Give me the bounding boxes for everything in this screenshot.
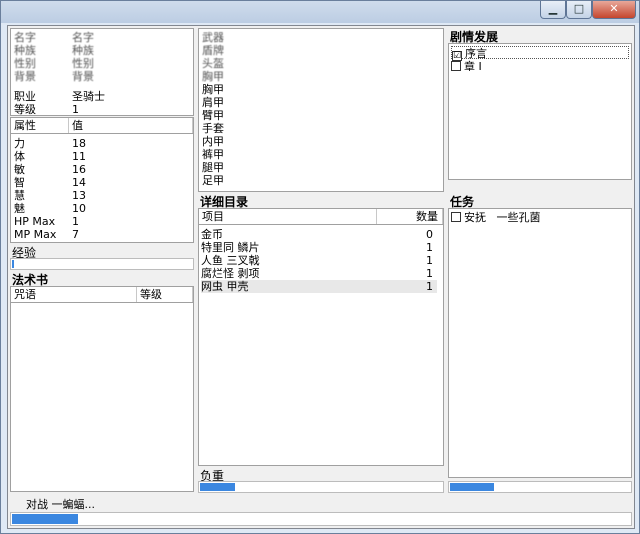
equipment-slot[interactable]: 胸甲 — [202, 70, 224, 83]
maximize-button[interactable]: □ — [566, 1, 592, 19]
attribute-row: 敏 16 — [14, 163, 86, 176]
close-button[interactable]: ✕ — [592, 1, 636, 19]
equipment-slot[interactable]: 盾牌 — [202, 44, 224, 57]
equipment-panel[interactable]: 武器 盾牌 头盔 胸甲 胸甲 肩甲 臂甲 手套 内甲 裤甲 腿甲 足甲 — [198, 28, 444, 192]
inventory-row[interactable]: 腐烂怪 剥项 1 — [201, 267, 437, 280]
weight-bar — [198, 481, 444, 493]
attributes-header: 属性 值 — [11, 118, 193, 134]
attribute-row: 慧 13 — [14, 189, 86, 202]
weight-bar-fill — [200, 483, 235, 491]
equipment-slot[interactable]: 武器 — [202, 31, 224, 44]
equipment-slot[interactable]: 胸甲 — [202, 83, 224, 96]
quest-progress-bar — [448, 481, 632, 493]
equipment-slot[interactable]: 裤甲 — [202, 148, 224, 161]
spellbook-list[interactable]: 咒语 等级 — [10, 286, 194, 492]
attribute-row: 智 14 — [14, 176, 86, 189]
status-text: 对战 一蝙蝠... — [26, 498, 95, 511]
class-row: 职业 圣骑士 — [14, 90, 105, 103]
blurred-row: 名字 名字 — [14, 31, 94, 44]
blurred-row: 种族 种族 — [14, 44, 94, 57]
blurred-row: 背景 背景 — [14, 70, 94, 83]
quests-list[interactable]: 安抚 一些孔菌 — [448, 208, 632, 478]
checkbox-icon[interactable] — [451, 61, 461, 71]
status-progress-bar — [10, 512, 632, 526]
inventory-row[interactable]: 特里同 鳞片 1 — [201, 241, 437, 254]
character-info-panel: 名字 名字 种族 种族 性别 性别 背景 背景 职业 圣骑士 等级 1 — [10, 28, 194, 116]
equipment-slot[interactable]: 臂甲 — [202, 109, 224, 122]
blurred-row: 性别 性别 — [14, 57, 94, 70]
plot-item-chapter-1[interactable]: 章 I — [451, 60, 482, 73]
attribute-row: 体 11 — [14, 150, 86, 163]
equipment-slot[interactable]: 足甲 — [202, 174, 224, 187]
attribute-row: 力 18 — [14, 137, 86, 150]
col-quantity[interactable]: 数量 — [377, 209, 443, 224]
quest-item[interactable]: 安抚 一些孔菌 — [451, 211, 541, 224]
inventory-header: 项目 数量 — [199, 209, 443, 225]
plot-list[interactable]: ☑ 序言 章 I — [448, 43, 632, 180]
col-spell[interactable]: 咒语 — [11, 287, 137, 302]
experience-bar — [10, 258, 194, 270]
title-bar[interactable]: ▁ □ ✕ — [1, 1, 639, 23]
client-area: 名字 名字 种族 种族 性别 性别 背景 背景 职业 圣骑士 等级 1 属性 值 力 18 体… — [7, 25, 635, 529]
col-item[interactable]: 项目 — [199, 209, 377, 224]
checkbox-icon[interactable] — [451, 212, 461, 222]
col-level[interactable]: 等级 — [137, 287, 193, 302]
spellbook-header: 咒语 等级 — [11, 287, 193, 303]
inventory-row[interactable]: 网虫 甲壳 1 — [201, 280, 437, 293]
attribute-row: HP Max 1 — [14, 215, 79, 228]
attribute-row: MP Max 7 — [14, 228, 79, 241]
game-window: ▁ □ ✕ 名字 名字 种族 种族 性别 性别 背景 背景 职业 圣骑士 等级 1 属性 值… — [0, 0, 640, 534]
level-row: 等级 1 — [14, 103, 79, 116]
equipment-slot[interactable]: 手套 — [202, 122, 224, 135]
minimize-button[interactable]: ▁ — [540, 1, 566, 19]
attributes-panel: 属性 值 力 18 体 11 敏 16 智 14 慧 13 魅 10 HP Max 1 MP … — [10, 117, 194, 243]
quest-progress-fill — [450, 483, 494, 491]
inventory-row[interactable]: 人鱼 三叉戟 1 — [201, 254, 437, 267]
inventory-row[interactable]: 金币 0 — [201, 228, 437, 241]
attribute-row: 魅 10 — [14, 202, 86, 215]
col-attribute[interactable]: 属性 — [11, 118, 69, 133]
equipment-slot[interactable]: 肩甲 — [202, 96, 224, 109]
equipment-slot[interactable]: 腿甲 — [202, 161, 224, 174]
equipment-slot[interactable]: 头盔 — [202, 57, 224, 70]
status-progress-fill — [12, 514, 79, 524]
inventory-list[interactable]: 项目 数量 金币 0 特里同 鳞片 1 人鱼 三叉戟 1 腐烂怪 剥项 1 网虫 甲壳 1 — [198, 208, 444, 466]
col-value[interactable]: 值 — [69, 118, 193, 133]
equipment-slot[interactable]: 内甲 — [202, 135, 224, 148]
experience-bar-fill — [12, 260, 14, 268]
plot-item-prologue[interactable]: ☑ 序言 — [451, 46, 629, 61]
